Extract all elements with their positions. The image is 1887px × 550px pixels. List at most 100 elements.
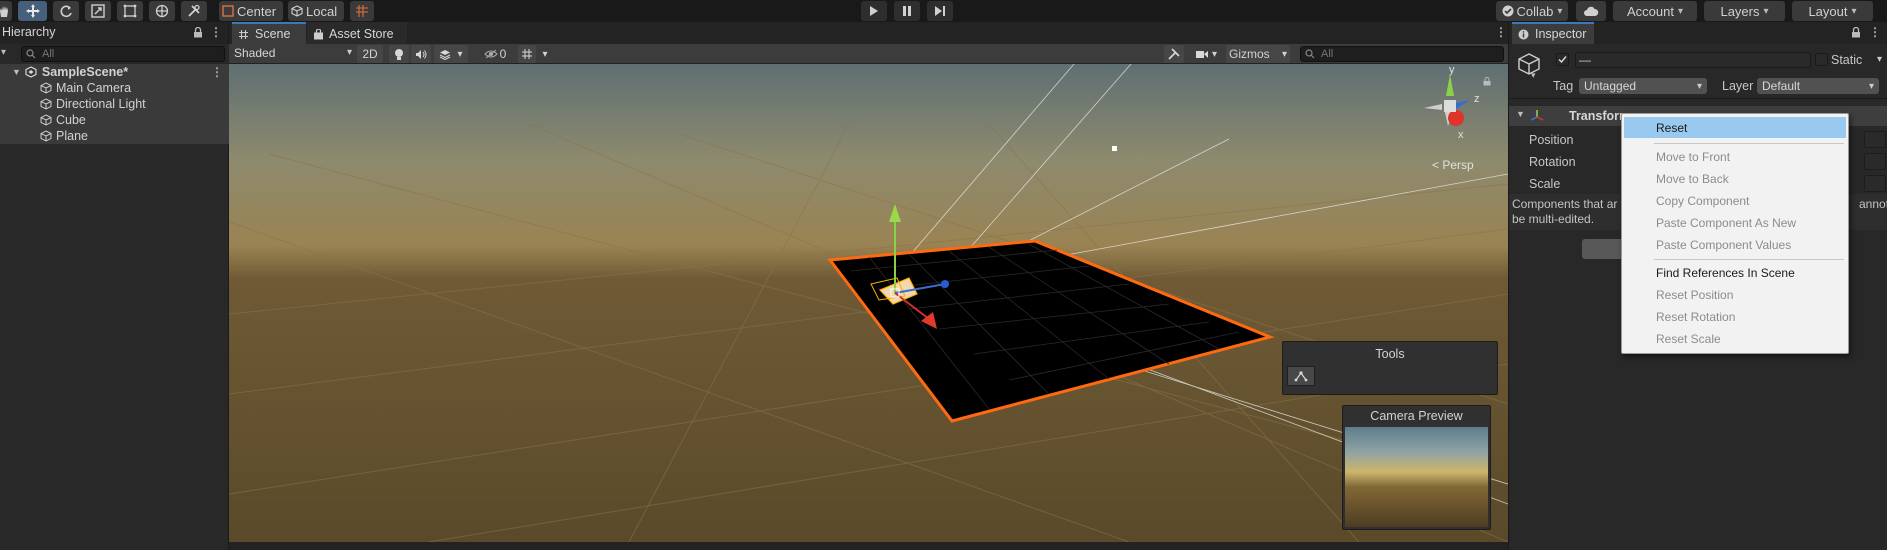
layers-dropdown[interactable]: Layers xyxy=(1704,1,1785,21)
light-handle-icon[interactable] xyxy=(1112,146,1117,151)
axis-label-y: y xyxy=(1449,64,1455,76)
node-path-icon xyxy=(1294,370,1308,382)
rotation-field[interactable] xyxy=(1864,153,1886,170)
hierarchy-item-main-camera[interactable]: Main Camera xyxy=(0,80,229,96)
component-context-menu: Reset Move to Front Move to Back Copy Co… xyxy=(1621,113,1849,354)
custom-tool-button[interactable] xyxy=(181,1,207,21)
menu-item-move-to-front[interactable]: Move to Front xyxy=(1624,146,1846,167)
static-checkbox[interactable] xyxy=(1815,53,1828,66)
create-dropdown-arrow-icon[interactable]: ▾ xyxy=(1,47,6,58)
grid-dropdown[interactable]: ▾ xyxy=(538,45,552,63)
move-tool-button[interactable] xyxy=(18,1,47,21)
chevron-down-icon: ▾ xyxy=(457,48,463,60)
scene-menu-icon[interactable]: ⋮ xyxy=(211,65,223,79)
scale-tool-button[interactable] xyxy=(85,1,111,21)
hierarchy-item-directional-light[interactable]: Directional Light xyxy=(0,96,229,112)
account-dropdown[interactable]: Account xyxy=(1613,1,1697,21)
transform-icon xyxy=(155,4,169,18)
scene-search-input[interactable]: All xyxy=(1300,46,1504,62)
audio-toggle[interactable] xyxy=(411,45,431,63)
camera-preview-image xyxy=(1345,427,1488,527)
collapse-arrow-icon[interactable]: ▼ xyxy=(1516,109,1525,119)
pivot-center-icon xyxy=(222,5,234,17)
layout-dropdown[interactable]: Layout xyxy=(1792,1,1873,21)
object-name-field[interactable]: — xyxy=(1575,52,1811,68)
collab-check-icon xyxy=(1502,5,1514,17)
menu-item-reset-rotation[interactable]: Reset Rotation xyxy=(1624,306,1846,327)
layer-dropdown[interactable]: Default xyxy=(1757,78,1879,94)
expand-arrow-icon[interactable]: ▼ xyxy=(12,67,21,77)
lock-icon[interactable] xyxy=(1851,27,1861,38)
scene-tools-button[interactable] xyxy=(1164,45,1184,63)
hierarchy-tab[interactable]: Hierarchy xyxy=(2,25,56,39)
2d-mode-toggle[interactable]: 2D xyxy=(357,45,383,63)
collab-dropdown[interactable]: Collab xyxy=(1496,1,1568,21)
tab-scene[interactable]: Scene xyxy=(232,22,306,44)
projection-toggle[interactable]: < Persp xyxy=(1432,158,1474,172)
lock-icon[interactable] xyxy=(193,27,203,38)
tab-asset-store[interactable]: Asset Store xyxy=(307,22,407,44)
edit-collider-button[interactable] xyxy=(1287,366,1315,386)
gizmos-dropdown[interactable]: Gizmos ▾ xyxy=(1226,45,1290,63)
scene-viewport[interactable]: y z x < Persp Tools Camera Preview xyxy=(229,64,1508,542)
tag-dropdown[interactable]: Untagged xyxy=(1579,78,1707,94)
pivot-center-toggle[interactable]: Center xyxy=(219,1,283,21)
grid-toggle[interactable] xyxy=(518,45,536,63)
scene-menu-icon[interactable]: ⋮ xyxy=(1495,25,1507,39)
rotate-tool-button[interactable] xyxy=(53,1,79,21)
scale-field[interactable] xyxy=(1864,175,1886,192)
menu-item-paste-component-values[interactable]: Paste Component Values xyxy=(1624,234,1846,255)
menu-item-find-references-in-scene[interactable]: Find References In Scene xyxy=(1624,262,1846,283)
tab-inspector[interactable]: Inspector xyxy=(1512,22,1594,44)
menu-item-reset[interactable]: Reset xyxy=(1624,117,1846,138)
icon-dropdown-arrow-icon[interactable]: ▾ xyxy=(1531,70,1536,81)
orientation-gizmo[interactable]: y z x xyxy=(1420,64,1490,144)
menu-item-label: Move to Front xyxy=(1656,149,1731,164)
hierarchy-tabbar: Hierarchy ⋮ xyxy=(0,22,228,44)
hierarchy-item-cube[interactable]: Cube xyxy=(0,112,229,128)
static-label: Static xyxy=(1831,53,1863,67)
tools-icon xyxy=(1168,48,1180,60)
step-button[interactable] xyxy=(927,1,953,21)
grid-snap-button[interactable] xyxy=(350,1,374,21)
camera-preview-title: Camera Preview xyxy=(1370,409,1463,423)
rect-tool-button[interactable] xyxy=(117,1,143,21)
grid-snap-icon xyxy=(355,4,369,18)
menu-item-reset-position[interactable]: Reset Position xyxy=(1624,284,1846,305)
scene-row[interactable]: ▼ SampleScene* ⋮ xyxy=(0,64,229,80)
hierarchy-item-plane[interactable]: Plane xyxy=(0,128,229,144)
transform-tool-button[interactable] xyxy=(149,1,175,21)
menu-item-reset-scale[interactable]: Reset Scale xyxy=(1624,328,1846,349)
gameobject-cube-icon xyxy=(40,130,52,142)
static-dropdown-arrow-icon[interactable]: ▾ xyxy=(1877,54,1882,65)
hierarchy-menu-icon[interactable]: ⋮ xyxy=(210,25,222,39)
tag-value: Untagged xyxy=(1584,79,1637,93)
menu-item-copy-component[interactable]: Copy Component xyxy=(1624,190,1846,211)
position-field[interactable] xyxy=(1864,131,1886,148)
menu-item-paste-component-as-new[interactable]: Paste Component As New xyxy=(1624,212,1846,233)
pause-button[interactable] xyxy=(894,1,920,21)
lighting-toggle[interactable] xyxy=(389,45,409,63)
active-checkbox[interactable] xyxy=(1556,53,1569,66)
space-local-toggle[interactable]: Local xyxy=(288,1,344,21)
hierarchy-panel: Hierarchy ⋮ ▾ All ▼ SampleScene* ⋮ Main … xyxy=(0,22,229,550)
play-button[interactable] xyxy=(861,1,887,21)
menu-item-move-to-back[interactable]: Move to Back xyxy=(1624,168,1846,189)
scene-visibility-toggle[interactable]: 0 xyxy=(482,45,508,63)
gizmo-lock-icon[interactable] xyxy=(1483,77,1491,86)
cloud-services-button[interactable] xyxy=(1576,1,1606,21)
menu-item-label: Paste Component As New xyxy=(1656,215,1797,230)
inspector-menu-icon[interactable]: ⋮ xyxy=(1869,25,1881,39)
lightbulb-icon xyxy=(394,48,404,61)
eye-hidden-icon xyxy=(483,49,498,59)
persp-label: Persp xyxy=(1442,158,1474,172)
effects-dropdown[interactable]: ▾ xyxy=(434,45,468,63)
shading-mode-dropdown[interactable]: Shaded ▾ xyxy=(234,46,352,62)
layer-label: Layer xyxy=(1722,79,1754,93)
hierarchy-search-input[interactable]: All xyxy=(21,46,225,62)
gizmos-label: Gizmos xyxy=(1229,47,1270,61)
search-icon xyxy=(26,49,36,59)
hand-tool-button[interactable] xyxy=(0,1,12,21)
layer-value: Default xyxy=(1762,79,1801,93)
scene-camera-dropdown[interactable]: ▾ xyxy=(1189,45,1223,63)
